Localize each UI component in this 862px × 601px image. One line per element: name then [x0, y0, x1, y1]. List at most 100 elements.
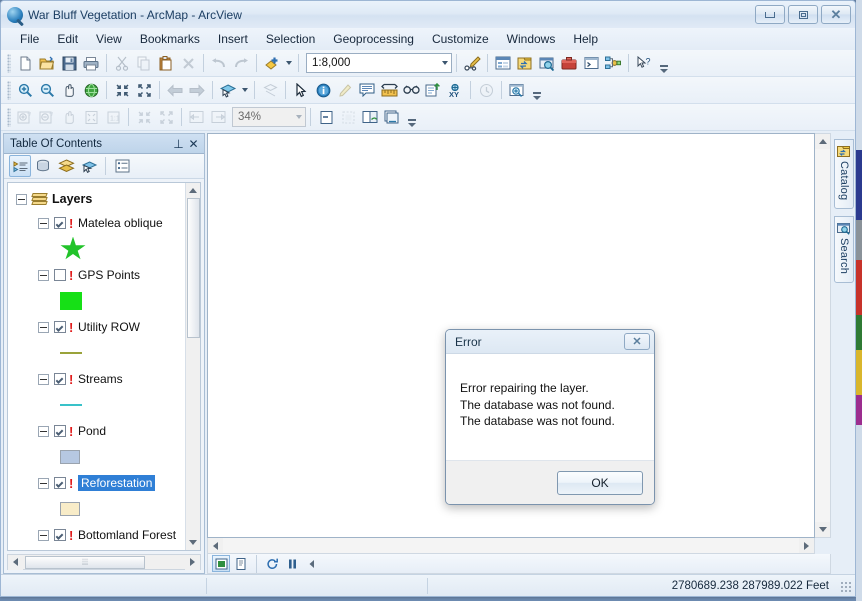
toc-scroll-up-button[interactable] — [185, 183, 200, 198]
fixed-zoom-out-button[interactable] — [133, 79, 155, 101]
expander-icon[interactable] — [38, 373, 49, 385]
layer-name-matelea-oblique[interactable]: Matelea oblique — [78, 216, 163, 230]
pause-drawing-button[interactable] — [283, 555, 301, 572]
layer-name-utility-row[interactable]: Utility ROW — [78, 320, 140, 334]
toc-scroll-thumb[interactable] — [186, 198, 200, 338]
menu-customize[interactable]: Customize — [423, 29, 498, 49]
add-data-dropdown[interactable] — [283, 53, 294, 73]
map-vertical-scrollbar[interactable] — [815, 133, 831, 538]
layout-go-forward-button[interactable] — [208, 106, 230, 128]
list-by-drawing-order-button[interactable] — [9, 155, 31, 177]
new-map-button[interactable] — [14, 52, 36, 74]
editor-toolbar-button[interactable] — [461, 52, 483, 74]
toc-options-button[interactable] — [111, 155, 133, 177]
error-dialog-close-button[interactable]: ✕ — [624, 333, 650, 350]
arctoolbox-button[interactable] — [558, 52, 580, 74]
save-button[interactable] — [58, 52, 80, 74]
print-button[interactable] — [80, 52, 102, 74]
layout-zoom-chevron-down-icon[interactable] — [296, 115, 302, 119]
list-by-visibility-button[interactable] — [55, 155, 77, 177]
error-dialog-ok-button[interactable]: OK — [557, 470, 643, 495]
change-layout-button[interactable] — [359, 106, 381, 128]
toolbar-grip[interactable] — [7, 53, 11, 73]
whats-this-button[interactable]: ? — [633, 52, 655, 74]
select-features-button[interactable] — [217, 79, 239, 101]
catalog-tab[interactable]: Catalog — [834, 139, 854, 210]
fixed-zoom-in-button[interactable] — [111, 79, 133, 101]
refresh-view-button[interactable] — [263, 555, 281, 572]
toc-close-icon[interactable]: ✕ — [186, 137, 201, 151]
select-elements-button[interactable] — [290, 79, 312, 101]
layer-name-bottomland-forest[interactable]: Bottomland Forest — [78, 528, 176, 542]
map-scroll-left-button[interactable] — [208, 538, 223, 553]
layout-fixed-zoom-in-button[interactable] — [133, 106, 155, 128]
toc-root-layers[interactable]: Layers — [8, 187, 185, 211]
previous-view-button[interactable] — [303, 555, 321, 572]
menu-file[interactable]: File — [11, 29, 48, 49]
layout-zoom-in-button[interactable] — [14, 106, 36, 128]
create-viewer-window-button[interactable] — [506, 79, 528, 101]
cut-button[interactable] — [111, 52, 133, 74]
table-of-contents-button[interactable] — [492, 52, 514, 74]
layout-zoom-combo[interactable]: 34% — [232, 107, 306, 127]
find-button[interactable] — [400, 79, 422, 101]
map-scroll-up-button[interactable] — [815, 134, 830, 149]
full-extent-button[interactable] — [80, 79, 102, 101]
layout-go-back-button[interactable] — [186, 106, 208, 128]
open-button[interactable] — [36, 52, 58, 74]
tools-toolbar-grip[interactable] — [7, 80, 11, 100]
map-scale-chevron-down-icon[interactable] — [442, 61, 448, 65]
focus-data-frame-button[interactable] — [337, 106, 359, 128]
toc-layer-row[interactable]: ! Streams — [8, 367, 185, 391]
layout-view-button[interactable] — [232, 555, 250, 572]
toc-vertical-scrollbar[interactable] — [185, 183, 200, 550]
menu-insert[interactable]: Insert — [209, 29, 257, 49]
menu-windows[interactable]: Windows — [498, 29, 565, 49]
list-by-source-button[interactable] — [32, 155, 54, 177]
expander-icon[interactable] — [38, 529, 49, 541]
toc-horizontal-scrollbar[interactable]: ⦙⦙⦙ — [7, 554, 201, 570]
identify-button[interactable] — [312, 79, 334, 101]
undo-button[interactable] — [208, 52, 230, 74]
clear-selection-button[interactable] — [259, 79, 281, 101]
menu-geoprocessing[interactable]: Geoprocessing — [324, 29, 423, 49]
toc-scroll-down-button[interactable] — [185, 535, 200, 550]
expander-icon[interactable] — [38, 321, 49, 333]
pan-button[interactable] — [58, 79, 80, 101]
search-window-button[interactable] — [536, 52, 558, 74]
find-route-button[interactable] — [422, 79, 444, 101]
expander-icon[interactable] — [38, 217, 49, 229]
layer-visibility-checkbox[interactable] — [54, 529, 66, 541]
layer-visibility-checkbox[interactable] — [54, 373, 66, 385]
layout-zoom-out-button[interactable] — [36, 106, 58, 128]
tools-toolbar-overflow-button[interactable] — [530, 78, 543, 102]
python-window-button[interactable] — [580, 52, 602, 74]
map-horizontal-scrollbar[interactable] — [207, 538, 815, 554]
restore-button[interactable] — [788, 5, 818, 24]
expander-icon[interactable] — [38, 269, 49, 281]
toc-layer-tree[interactable]: Layers ! Matelea oblique ! GPS Points ! … — [7, 182, 201, 551]
map-scroll-down-button[interactable] — [815, 522, 830, 537]
copy-button[interactable] — [133, 52, 155, 74]
model-builder-button[interactable] — [602, 52, 624, 74]
toc-scroll-left-button[interactable] — [8, 554, 23, 570]
measure-button[interactable] — [378, 79, 400, 101]
select-features-dropdown[interactable] — [239, 80, 250, 100]
standard-toolbar-overflow-button[interactable] — [657, 51, 670, 75]
layout-zoom-100-button[interactable]: 1:1 — [102, 106, 124, 128]
minimize-button[interactable] — [755, 5, 785, 24]
toc-layer-row[interactable]: ! Bottomland Forest — [8, 523, 185, 547]
time-slider-button[interactable] — [475, 79, 497, 101]
go-back-extent-button[interactable] — [164, 79, 186, 101]
layer-name-streams[interactable]: Streams — [78, 372, 123, 386]
toggle-draft-mode-button[interactable] — [315, 106, 337, 128]
go-to-xy-button[interactable]: XY — [444, 79, 466, 101]
resize-grip-icon[interactable] — [840, 581, 852, 593]
redo-button[interactable] — [230, 52, 252, 74]
add-data-button[interactable] — [261, 52, 283, 74]
hyperlink-button[interactable] — [334, 79, 356, 101]
toc-auto-hide-pin-icon[interactable]: ⊥ — [171, 137, 186, 151]
expander-icon[interactable] — [16, 193, 27, 205]
toc-scroll-right-button[interactable] — [185, 554, 200, 570]
toc-layer-row[interactable]: ! Utility ROW — [8, 315, 185, 339]
